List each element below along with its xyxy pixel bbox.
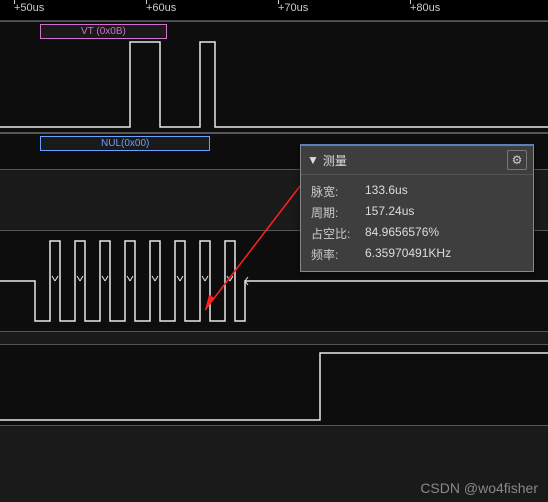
measurement-title: 测量 — [323, 152, 347, 169]
ruler-tick: +60us — [146, 2, 176, 14]
waveform-4 — [0, 345, 548, 425]
collapse-icon[interactable]: ▼ — [307, 153, 319, 167]
ruler-tick: +70us — [278, 2, 308, 14]
measure-row: 周期:157.24us — [311, 202, 523, 223]
measurement-panel[interactable]: ▼ 测量 ⚙ 脉宽:133.6us 周期:157.24us 占空比:84.965… — [300, 144, 534, 272]
waveform-track-4[interactable] — [0, 344, 548, 426]
measure-val: 133.6us — [365, 183, 408, 200]
measure-key: 占空比: — [311, 225, 365, 242]
measure-row: 频率:6.35970491KHz — [311, 244, 523, 265]
measurement-header[interactable]: ▼ 测量 ⚙ — [301, 146, 533, 175]
measure-row: 占空比:84.9656576% — [311, 223, 523, 244]
measure-val: 84.9656576% — [365, 225, 439, 242]
ruler-tick: +50us — [14, 2, 44, 14]
measure-key: 频率: — [311, 246, 365, 263]
time-ruler: +50us +60us +70us +80us — [0, 0, 548, 21]
waveform-track-vt[interactable]: VT (0x0B) — [0, 21, 548, 133]
waveform-vt — [0, 22, 548, 132]
measure-row: 脉宽:133.6us — [311, 181, 523, 202]
ruler-tick: +80us — [410, 2, 440, 14]
channel-label-nul: NUL(0x00) — [40, 136, 210, 151]
measurement-body: 脉宽:133.6us 周期:157.24us 占空比:84.9656576% 频… — [301, 175, 533, 271]
gear-icon[interactable]: ⚙ — [507, 150, 527, 170]
measure-key: 周期: — [311, 204, 365, 221]
measure-val: 6.35970491KHz — [365, 246, 451, 263]
watermark: CSDN @wo4fisher — [420, 480, 538, 496]
measure-val: 157.24us — [365, 204, 414, 221]
measure-key: 脉宽: — [311, 183, 365, 200]
